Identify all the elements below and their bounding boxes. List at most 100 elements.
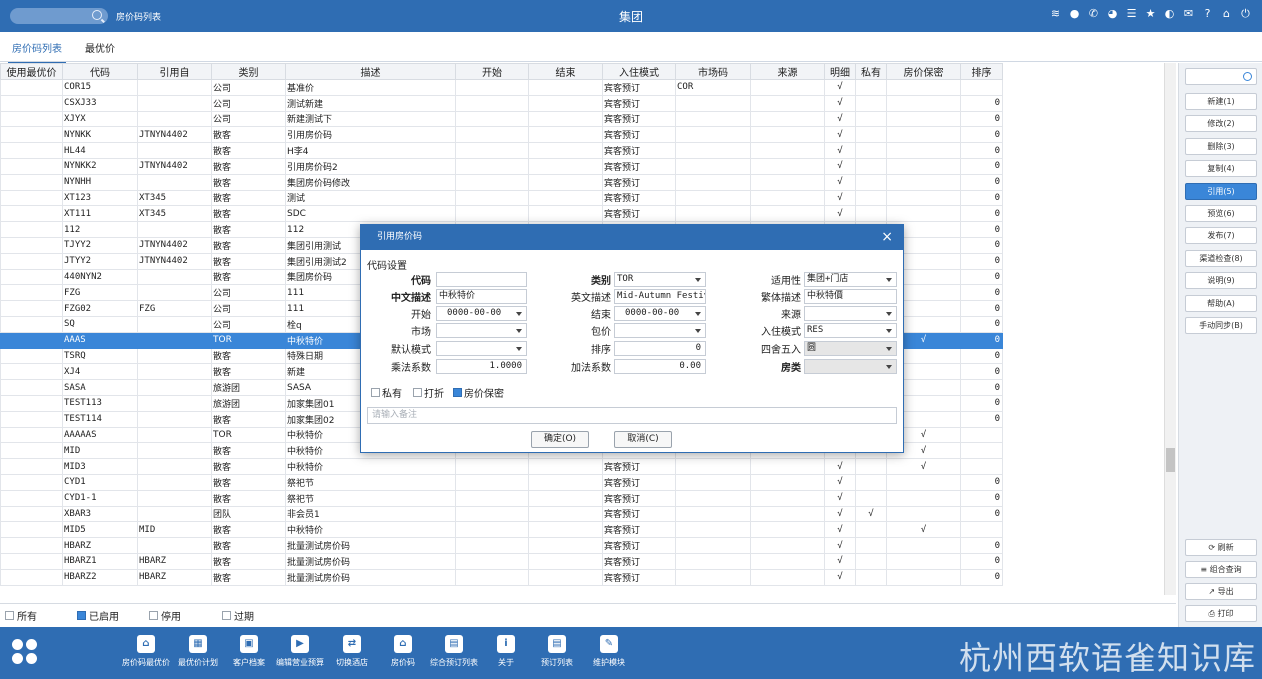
table-row[interactable]: NYNHH 散客 集团房价码修改 宾客预订 √ 0 [0,173,1003,191]
reservation-list-launcher[interactable]: ▤ 综合预订列表 [424,635,484,668]
room-type-select[interactable] [804,359,897,374]
refresh-button[interactable]: ⟳ 刷新 [1185,539,1257,556]
table-row[interactable]: NYNKK2 JTNYN4402 散客 引用房价码2 宾客预订 √ 0 [0,157,1003,175]
apply-select[interactable]: 集团+门店 [804,272,897,287]
column-header[interactable]: 来源 [750,63,825,80]
reference-button[interactable]: 引用(5) [1185,182,1257,200]
rate-secret-option[interactable]: 房价保密 [453,385,504,400]
edit-button[interactable]: 修改(2) [1185,115,1257,133]
column-header[interactable]: 描述 [285,63,456,80]
table-row[interactable]: CYD1-1 散客 祭祀节 宾客预订 √ 0 [0,489,1003,507]
source-select[interactable] [804,306,897,321]
start-date-field[interactable]: 0000-00-00 [436,306,527,321]
explain-button[interactable]: 说明(9) [1185,272,1257,290]
package-select[interactable] [614,323,706,338]
mail-icon[interactable]: ✉ [1182,7,1195,20]
star-icon[interactable]: ★ [1144,7,1157,20]
table-row[interactable]: XBAR3 团队 非会员1 宾客预订 √ √ 0 [0,505,1003,523]
print-button[interactable]: ⎙ 打印 [1185,605,1257,622]
manual-sync-button[interactable]: 手动同步(B) [1185,317,1257,334]
booking-list-launcher[interactable]: ▤ 预订列表 [527,635,587,668]
table-row[interactable]: CYD1 散客 祭祀节 宾客预订 √ 0 [0,473,1003,491]
table-row[interactable]: HL44 散客 H李4 宾客预订 √ 0 [0,142,1003,159]
grid-vertical-scrollbar[interactable] [1164,63,1176,595]
app-logo-icon[interactable] [12,639,38,665]
help-button[interactable]: 帮助(A) [1185,294,1257,312]
private-option[interactable]: 私有 [371,385,402,400]
end-date-field[interactable]: 0000-00-00 [614,306,706,321]
column-header[interactable]: 开始 [455,63,529,80]
filter-disabled[interactable]: 停用 [149,608,181,623]
table-row[interactable]: HBARZ 散客 批量测试房价码 宾客预订 √ 0 [0,537,1003,554]
filter-disabled-checkbox[interactable] [149,611,158,620]
cn-desc-field[interactable]: 中秋特价 [436,289,527,304]
default-mode-select[interactable] [436,341,527,356]
multiplier-field[interactable]: 1.0000 [436,359,527,374]
power-icon[interactable]: ⏻ [1239,7,1252,20]
search-icon[interactable] [1243,72,1252,81]
column-header[interactable]: 入住模式 [602,63,676,80]
filter-enabled[interactable]: 已启用 [77,608,119,623]
tab-best-price[interactable]: 最优价 [85,40,115,55]
column-header[interactable]: 结束 [528,63,603,80]
menu-icon[interactable]: ☰ [1125,7,1138,20]
column-header[interactable]: 市场码 [675,63,751,80]
market-select[interactable] [436,323,527,338]
preview-button[interactable]: 预览(6) [1185,205,1257,222]
table-row[interactable]: MID3 散客 中秋特价 宾客预订 √ √ [0,458,1003,475]
new-button[interactable]: 新建(1) [1185,93,1257,110]
code-field[interactable] [436,272,527,287]
filter-expired[interactable]: 过期 [222,608,254,623]
export-button[interactable]: ↗ 导出 [1185,583,1257,600]
table-row[interactable]: MID5 MID 散客 中秋特价 宾客预订 √ √ [0,521,1003,539]
column-header[interactable]: 私有 [855,63,887,80]
combined-query-button[interactable]: ≡ 组合查询 [1185,561,1257,578]
close-icon[interactable]: × [881,225,893,250]
rounding-select[interactable]: 圆 [804,341,897,356]
publish-button[interactable]: 发布(7) [1185,227,1257,245]
table-row[interactable]: HBARZ2 HBARZ 散客 批量测试房价码 宾客预订 √ 0 [0,568,1003,586]
table-row[interactable]: HBARZ1 HBARZ 散客 批量测试房价码 宾客预订 √ 0 [0,552,1003,570]
table-row[interactable]: XT123 XT345 散客 测试 宾客预订 √ 0 [0,189,1003,207]
channel-check-button[interactable]: 渠道检查(8) [1185,249,1257,267]
filter-all-checkbox[interactable] [5,611,14,620]
table-row[interactable]: XJYX 公司 新建测试下 宾客预订 √ 0 [0,110,1003,128]
en-desc-field[interactable]: Mid-Autumn Festiva [614,289,706,304]
copy-button[interactable]: 复制(4) [1185,160,1257,178]
table-row[interactable]: XT111 XT345 散客 SDC 宾客预订 √ 0 [0,205,1003,223]
chat-icon[interactable]: ● [1068,7,1081,20]
tw-desc-field[interactable]: 中秋特價 [804,289,897,304]
maintenance-launcher[interactable]: ✎ 维护模块 [579,635,639,668]
sort-field[interactable]: 0 [614,341,706,356]
filter-expired-checkbox[interactable] [222,611,231,620]
table-row[interactable]: COR15 公司 基准价 宾客预订 COR √ [0,79,1003,96]
remark-input[interactable]: 请输入备注 [367,407,897,424]
column-header[interactable]: 引用自 [137,63,212,80]
table-row[interactable]: NYNKK JTNYN4402 散客 引用房价码 宾客预订 √ 0 [0,126,1003,144]
table-row[interactable]: CSXJ33 公司 测试新建 宾客预订 √ 0 [0,94,1003,112]
confirm-button[interactable]: 确定(O) [531,431,589,448]
panel-search-input[interactable] [1185,68,1257,85]
checkin-mode-select[interactable]: RES [804,323,897,338]
category-select[interactable]: TOR [614,272,706,287]
column-header[interactable]: 排序 [960,63,1003,80]
filter-enabled-checkbox[interactable] [77,611,86,620]
delete-button[interactable]: 删除(3) [1185,137,1257,155]
discount-option[interactable]: 打折 [413,385,444,400]
rate-secret-checkbox[interactable] [453,388,462,397]
column-header[interactable]: 代码 [62,63,138,80]
filter-all[interactable]: 所有 [5,608,37,623]
phone-icon[interactable]: ✆ [1087,7,1100,20]
help-icon[interactable]: ? [1201,7,1214,20]
addend-field[interactable]: 0.00 [614,359,706,374]
wifi-icon[interactable]: ≋ [1049,7,1062,20]
home-icon[interactable]: ⌂ [1220,7,1233,20]
column-header[interactable]: 使用最优价 [0,63,63,80]
cancel-button[interactable]: 取消(C) [614,431,672,448]
rate-best-price-launcher[interactable]: ⌂ 房价码最优价 [116,635,176,668]
palette-icon[interactable]: ◕ [1106,7,1119,20]
scrollbar-thumb[interactable] [1166,448,1175,472]
budget-edit-launcher[interactable]: ▶ 编辑营业预算 [270,635,330,668]
column-header[interactable]: 房价保密 [886,63,961,80]
column-header[interactable]: 明细 [824,63,856,80]
